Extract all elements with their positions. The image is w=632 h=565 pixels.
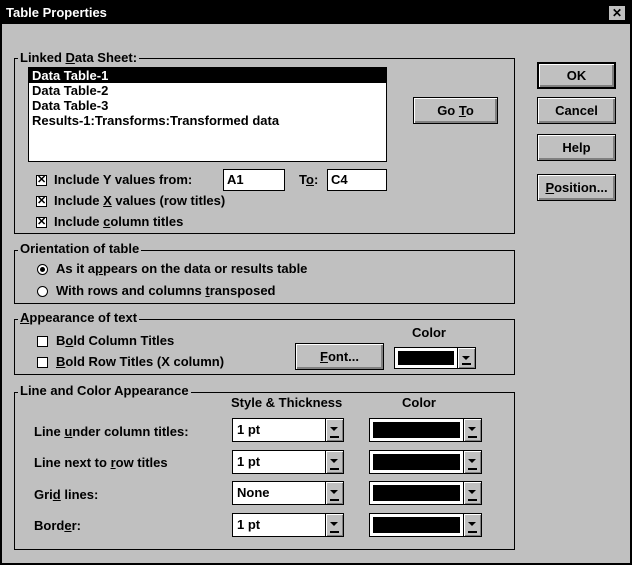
go-to-button[interactable]: Go To	[413, 97, 498, 124]
font-button[interactable]: Font...	[295, 343, 384, 370]
chevron-down-icon[interactable]	[457, 348, 475, 368]
include-x-label: Include X values (row titles)	[54, 193, 226, 208]
chevron-down-icon[interactable]	[325, 482, 343, 504]
include-x-checkbox[interactable]: ✕	[36, 196, 47, 207]
line-under-col-style-select[interactable]: 1 pt	[232, 418, 344, 442]
line-next-row-style-select[interactable]: 1 pt	[232, 450, 344, 474]
orientation-legend: Orientation of table	[18, 241, 142, 256]
grid-lines-style-select[interactable]: None	[232, 481, 344, 505]
list-item[interactable]: Results-1:Transforms:Transformed data	[29, 113, 386, 128]
appearance-color-header: Color	[412, 325, 446, 340]
select-value: 1 pt	[237, 454, 261, 469]
color-swatch	[373, 454, 460, 470]
orientation-as-is-radio[interactable]	[37, 264, 48, 275]
close-icon[interactable]: ✕	[608, 5, 626, 21]
grid-lines-label: Grid lines:	[34, 487, 99, 502]
line-under-col-color-select[interactable]	[369, 418, 482, 442]
chevron-down-icon[interactable]	[325, 451, 343, 473]
include-y-label: Include Y values from:	[54, 172, 193, 187]
list-item[interactable]: Data Table-2	[29, 83, 386, 98]
position-button[interactable]: Position...	[537, 174, 616, 201]
include-col-checkbox[interactable]: ✕	[36, 217, 47, 228]
line-next-row-color-select[interactable]	[369, 450, 482, 474]
orientation-transposed-radio[interactable]	[37, 286, 48, 297]
orientation-transposed-label: With rows and columns transposed	[56, 283, 276, 298]
line-under-col-label: Line under column titles:	[34, 424, 189, 439]
from-field[interactable]: A1	[223, 169, 285, 191]
color-swatch	[373, 485, 460, 501]
text-color-select[interactable]	[394, 347, 476, 369]
chevron-down-icon[interactable]	[463, 482, 481, 504]
include-y-checkbox[interactable]: ✕	[36, 175, 47, 186]
select-value: 1 pt	[237, 517, 261, 532]
dialog-title: Table Properties	[6, 5, 107, 20]
list-item[interactable]: Data Table-3	[29, 98, 386, 113]
line-color-header: Color	[402, 395, 436, 410]
color-swatch	[373, 517, 460, 533]
orientation-as-is-label: As it appears on the data or results tab…	[56, 261, 308, 276]
bold-column-label: Bold Column Titles	[56, 333, 175, 348]
cancel-button[interactable]: Cancel	[537, 97, 616, 124]
line-next-row-label: Line next to row titles	[34, 455, 168, 470]
select-value: 1 pt	[237, 422, 261, 437]
color-swatch	[373, 422, 460, 438]
chevron-down-icon[interactable]	[325, 514, 343, 536]
chevron-down-icon[interactable]	[463, 514, 481, 536]
grid-lines-color-select[interactable]	[369, 481, 482, 505]
appearance-legend: Appearance of text	[18, 310, 140, 325]
to-field[interactable]: C4	[327, 169, 387, 191]
border-label: Border:	[34, 518, 81, 533]
bold-row-label: Bold Row Titles (X column)	[56, 354, 225, 369]
bold-column-checkbox[interactable]	[37, 336, 48, 347]
data-sheet-list[interactable]: Data Table-1 Data Table-2 Data Table-3 R…	[28, 67, 387, 162]
style-thickness-header: Style & Thickness	[231, 395, 343, 410]
border-color-select[interactable]	[369, 513, 482, 537]
include-col-label: Include column titles	[54, 214, 184, 229]
text-color-swatch	[398, 351, 454, 365]
border-style-select[interactable]: 1 pt	[232, 513, 344, 537]
bold-row-checkbox[interactable]	[37, 357, 48, 368]
chevron-down-icon[interactable]	[325, 419, 343, 441]
line-color-legend: Line and Color Appearance	[18, 383, 191, 398]
select-value: None	[237, 485, 270, 500]
list-item[interactable]: Data Table-1	[29, 68, 386, 83]
chevron-down-icon[interactable]	[463, 419, 481, 441]
help-button[interactable]: Help	[537, 134, 616, 161]
title-bar[interactable]: Table Properties ✕	[2, 2, 630, 24]
ok-button[interactable]: OK	[537, 62, 616, 89]
linked-data-legend: Linked Data Sheet:	[18, 50, 140, 65]
chevron-down-icon[interactable]	[463, 451, 481, 473]
to-label: To:	[299, 172, 319, 187]
